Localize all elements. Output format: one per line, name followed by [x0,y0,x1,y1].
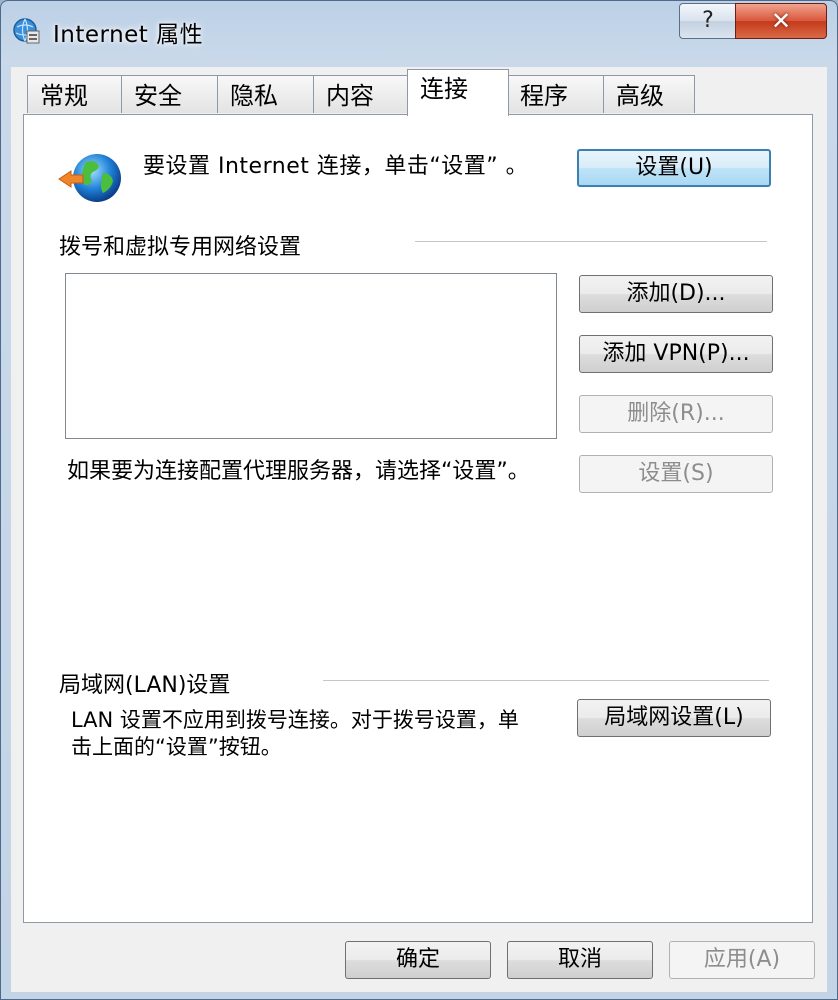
tab-general[interactable]: 常规 [27,75,131,113]
add-vpn-button[interactable]: 添加 VPN(P)... [579,335,773,373]
window-title: Internet 属性 [53,22,204,48]
lan-group-label: 局域网(LAN)设置 [59,673,231,698]
tab-content[interactable]: 内容 [313,75,413,113]
cancel-button[interactable]: 取消 [507,941,653,979]
lan-settings-button[interactable]: 局域网设置(L) [577,699,771,737]
tab-connections[interactable]: 连接 [407,69,509,116]
globe-arrow-icon [58,154,121,202]
proxy-instruction-text: 如果要为连接配置代理服务器，请选择“设置”。 [67,459,530,484]
dialup-vpn-group-label: 拨号和虚拟专用网络设置 [59,235,302,260]
help-button[interactable]: ? [679,3,737,39]
lan-group-divider [323,680,769,681]
close-button[interactable]: ✕ [735,3,827,39]
dialup-group-divider [415,241,767,242]
setup-button[interactable]: 设置(U) [577,149,771,187]
dialup-settings-button[interactable]: 设置(S) [579,455,773,493]
tab-privacy[interactable]: 隐私 [217,75,317,113]
ok-button[interactable]: 确定 [345,941,491,979]
close-icon: ✕ [770,7,792,35]
add-button[interactable]: 添加(D)... [579,275,773,313]
setup-instruction-text: 要设置 Internet 连接，单击“设置” 。 [143,154,529,179]
tab-security[interactable]: 安全 [121,75,225,113]
help-icon: ? [702,8,714,33]
lan-instruction-text: LAN 设置不应用到拨号连接。对于拨号设置，单击上面的“设置”按钮。 [71,708,519,759]
apply-button[interactable]: 应用(A) [669,941,815,979]
internet-options-icon [13,18,40,44]
internet-properties-window: Internet 属性 ? ✕ 常规 安全 隐私 内容 连接 程序 高级 要设置… [0,0,838,1000]
tab-programs[interactable]: 程序 [507,75,607,113]
remove-button[interactable]: 删除(R)... [579,395,773,433]
tab-advanced[interactable]: 高级 [603,75,695,113]
connections-listbox[interactable] [65,273,557,439]
